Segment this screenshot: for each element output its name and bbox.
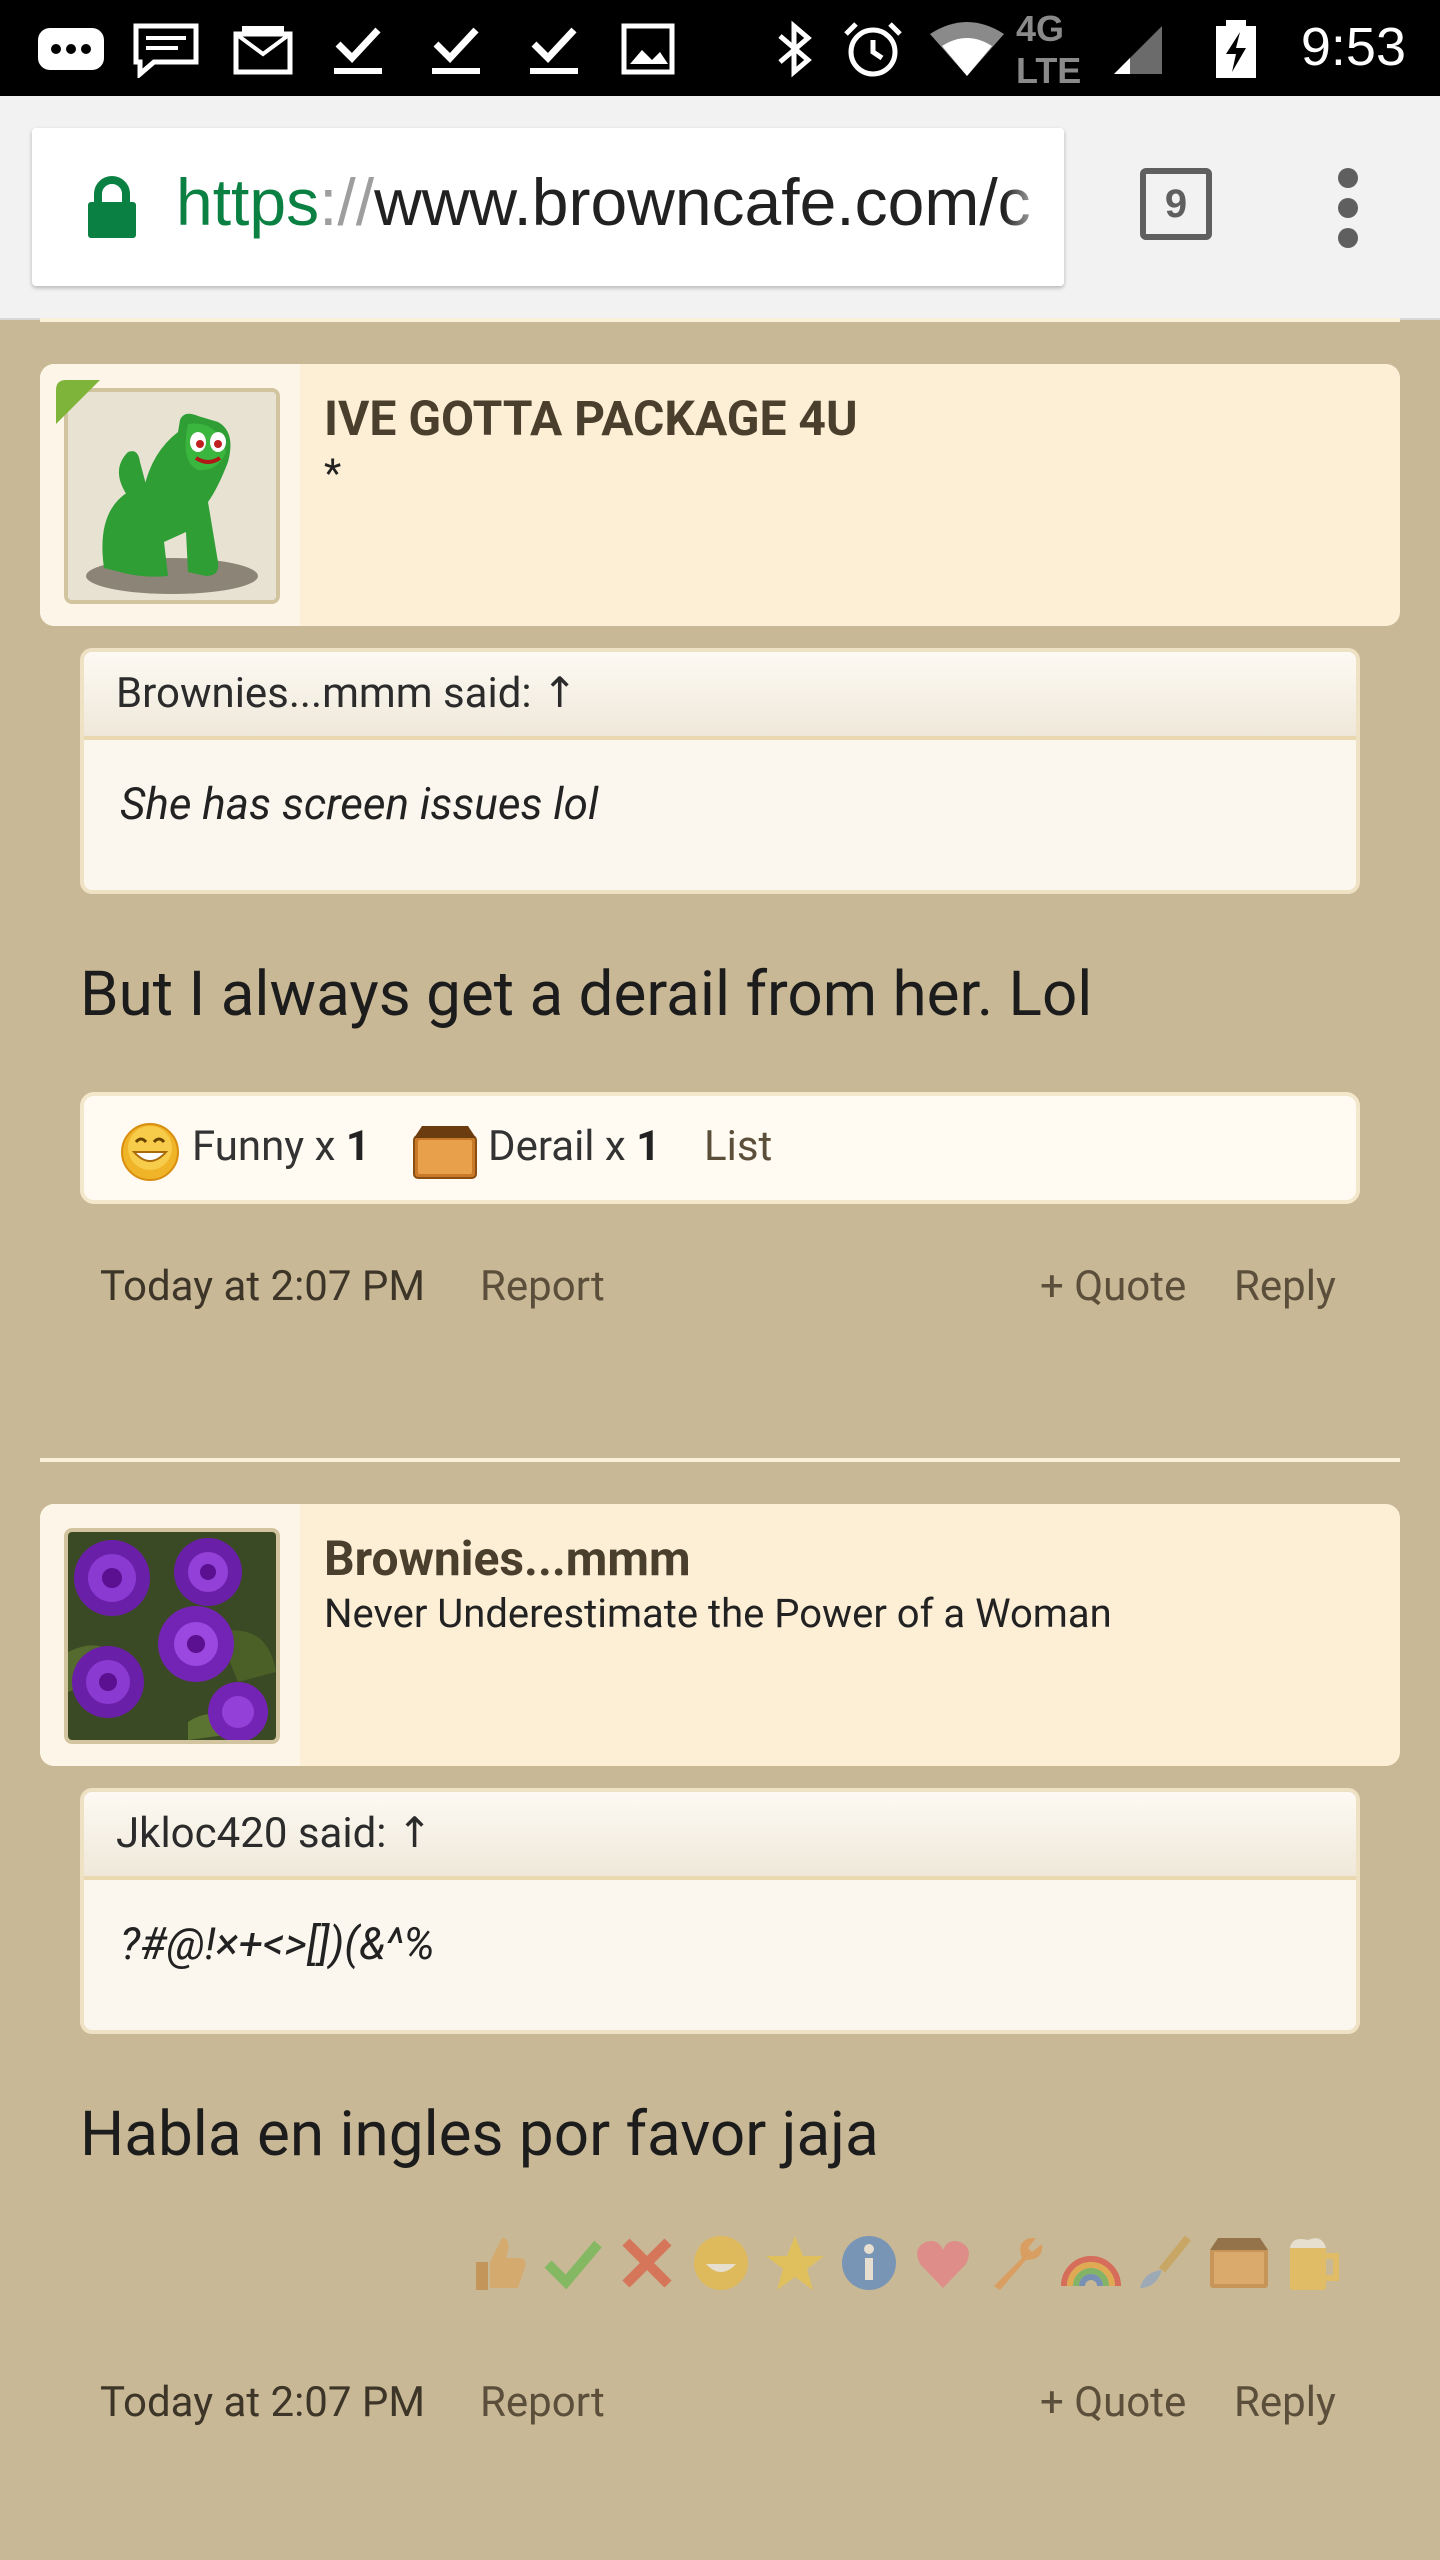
quote-header: Brownies...mmm said: ↑: [84, 652, 1356, 740]
alarm-icon: [844, 22, 902, 77]
browser-toolbar: https://www.browncafe.com/c 9: [0, 96, 1440, 320]
download-done-icon: [334, 27, 382, 74]
lock-icon: [88, 176, 136, 238]
bluetooth-icon: [778, 20, 812, 78]
post-body: But I always get a derail from her. Lol: [80, 958, 1093, 1031]
info-icon[interactable]: [838, 2232, 900, 2294]
reply-button[interactable]: Reply: [1234, 1262, 1336, 1311]
message-user-info: Brownies...mmm Never Underestimate the P…: [40, 1504, 1400, 1766]
like-count: 1: [636, 1122, 661, 1171]
check-icon[interactable]: [542, 2232, 604, 2294]
url-text: https://www.browncafe.com/c: [176, 164, 1031, 240]
signal-icon: [1114, 26, 1162, 74]
post-body: Habla en ingles por favor jaja: [80, 2098, 879, 2171]
message-icon: [133, 23, 199, 78]
url-separator: ://: [319, 165, 375, 239]
avatar[interactable]: [64, 1528, 280, 1744]
derail-icon: [413, 1126, 477, 1179]
mail-icon: [233, 26, 293, 75]
reply-button[interactable]: Reply: [1234, 2378, 1336, 2427]
thumbs-up-icon[interactable]: [468, 2232, 530, 2294]
funny-count[interactable]: Funny x 1: [192, 1122, 370, 1171]
url-scheme: https: [176, 165, 320, 239]
battery-charging-icon: [1216, 20, 1256, 78]
quote-text: She has screen issues lol: [120, 778, 599, 830]
status-bar: 4G LTE 9:53: [0, 0, 1440, 96]
derail-count[interactable]: Derail x 1: [488, 1122, 660, 1171]
tab-switcher-button[interactable]: 9: [1140, 168, 1212, 240]
overflow-menu-icon[interactable]: [1330, 168, 1366, 248]
report-link[interactable]: Report: [480, 2378, 605, 2427]
username[interactable]: Brownies...mmm: [324, 1530, 691, 1587]
likes-list-link[interactable]: List: [704, 1122, 772, 1171]
message-user-info: IVE GOTTA PACKAGE 4U *: [40, 364, 1400, 626]
image-icon: [621, 23, 675, 75]
reaction-bar: [468, 2232, 1368, 2304]
funny-icon: [121, 1123, 179, 1181]
x-icon[interactable]: [616, 2232, 678, 2294]
url-host: www.browncafe.com/c: [374, 165, 1031, 239]
report-link[interactable]: Report: [480, 1262, 605, 1311]
quote-block: Brownies...mmm said: ↑ She has screen is…: [80, 648, 1360, 894]
online-indicator-icon: [56, 380, 100, 424]
avatar-column: [40, 1504, 300, 1766]
post-date[interactable]: Today at 2:07 PM: [100, 1262, 425, 1311]
beer-icon[interactable]: [1282, 2232, 1344, 2294]
quote-block: Jkloc420 said: ↑ ?#@!×+<>[])(&^%: [80, 1788, 1360, 2034]
post-divider: [40, 318, 1400, 322]
more-chat-icon: [38, 28, 104, 70]
like-label: Funny x: [192, 1122, 346, 1171]
star-icon[interactable]: [764, 2232, 826, 2294]
user-title: *: [324, 450, 342, 497]
quote-author-link[interactable]: Jkloc420 said: ↑: [116, 1808, 432, 1858]
post-date[interactable]: Today at 2:07 PM: [100, 2378, 425, 2427]
post-divider: [40, 1458, 1400, 1462]
clock: 9:53: [1300, 17, 1406, 77]
laugh-icon[interactable]: [690, 2232, 752, 2294]
quote-author-link[interactable]: Brownies...mmm said: ↑: [116, 668, 577, 718]
url-fade: [1004, 128, 1064, 286]
post-footer: Today at 2:07 PM Report + Quote Reply: [0, 1262, 1440, 1322]
wrench-icon[interactable]: [986, 2232, 1048, 2294]
like-count: 1: [345, 1122, 370, 1171]
url-bar[interactable]: https://www.browncafe.com/c: [32, 128, 1064, 286]
quote-button[interactable]: + Quote: [1040, 1262, 1186, 1311]
heart-icon[interactable]: [912, 2232, 974, 2294]
download-done-icon: [530, 27, 578, 74]
wifi-icon: [930, 22, 1004, 76]
roses-avatar-image: [68, 1532, 276, 1740]
user-title: Never Underestimate the Power of a Woman: [324, 1590, 1112, 1637]
post-footer: Today at 2:07 PM Report + Quote Reply: [0, 2378, 1440, 2438]
username[interactable]: IVE GOTTA PACKAGE 4U: [324, 390, 858, 447]
box-icon[interactable]: [1208, 2232, 1270, 2294]
likes-summary: Funny x 1 Derail x 1 List: [80, 1092, 1360, 1204]
network-type-label: 4G LTE: [1016, 8, 1082, 91]
avatar-column: [40, 364, 300, 626]
rainbow-icon[interactable]: [1060, 2232, 1122, 2294]
like-label: Derail x: [488, 1122, 637, 1171]
quote-header: Jkloc420 said: ↑: [84, 1792, 1356, 1880]
quote-text: ?#@!×+<>[])(&^%: [120, 1918, 435, 1970]
quote-button[interactable]: + Quote: [1040, 2378, 1186, 2427]
download-done-icon: [432, 27, 480, 74]
brush-icon[interactable]: [1134, 2232, 1196, 2294]
